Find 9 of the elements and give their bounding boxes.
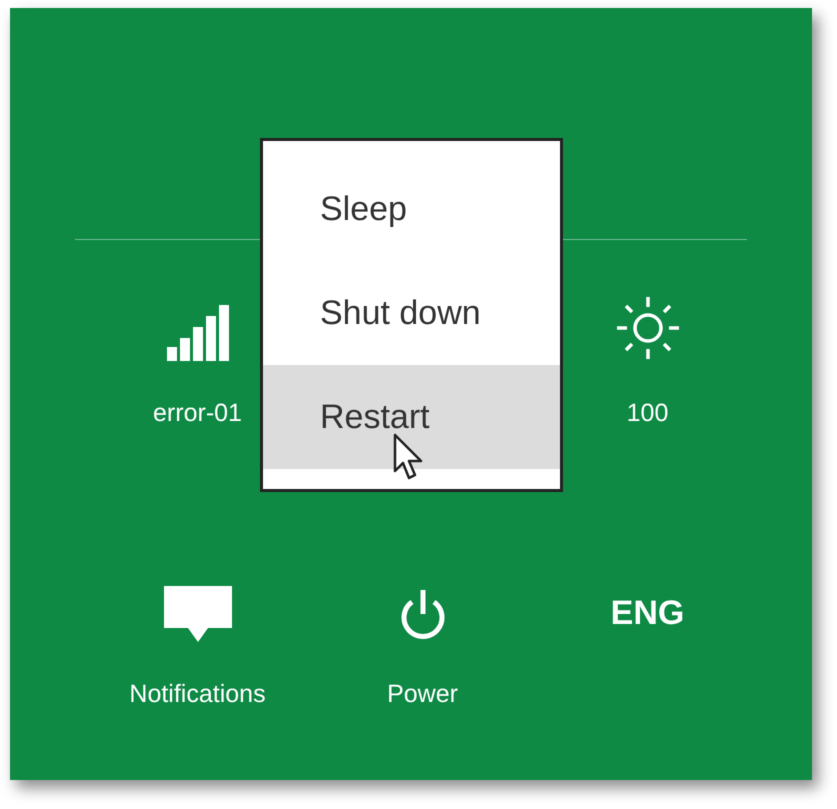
- tile-label: Notifications: [129, 682, 266, 707]
- cursor-icon: [393, 433, 423, 481]
- sun-icon: [614, 295, 680, 361]
- tile-label: 100: [626, 401, 668, 426]
- tile-label: Power: [387, 682, 458, 707]
- tile-label: error-01: [153, 401, 242, 426]
- speech-bubble-icon: [164, 586, 232, 642]
- signal-icon: [166, 305, 228, 361]
- language-label[interactable]: ENG: [610, 596, 684, 630]
